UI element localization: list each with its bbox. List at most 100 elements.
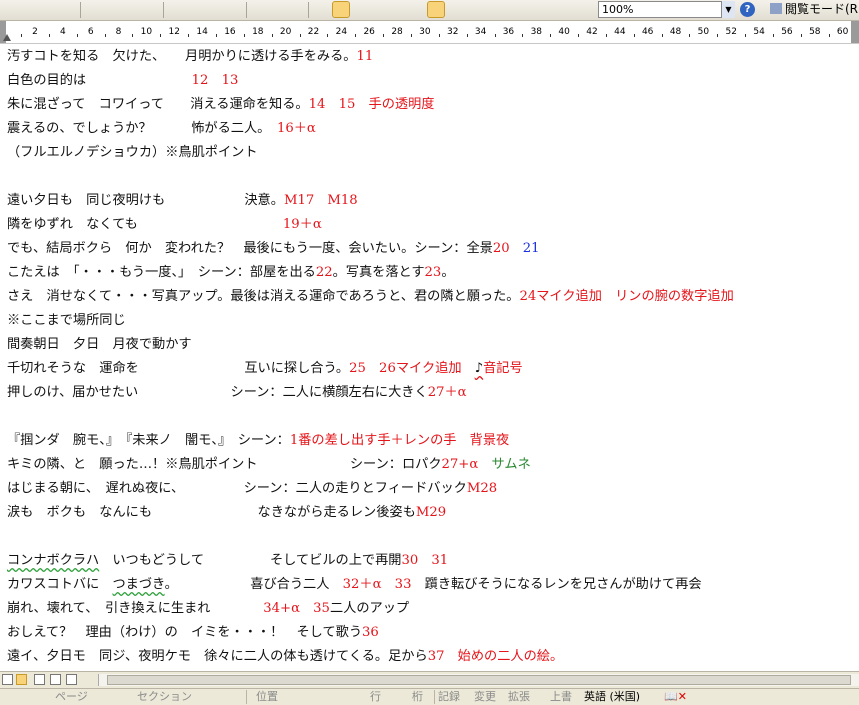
text-line: 崩れ、壊れて、 引き換えに生まれ 34+α 35二人のアップ <box>7 599 409 619</box>
ruler-number: 56 <box>781 27 793 37</box>
insert-table-icon[interactable] <box>352 2 368 17</box>
print-icon[interactable] <box>86 2 102 17</box>
text-run: 遠い夕日も 同じ夜明けも 決意。 <box>7 193 284 208</box>
ruler-tick <box>438 34 440 37</box>
status-ovr[interactable]: 上書 <box>550 689 572 705</box>
ruler-tick <box>466 34 468 37</box>
status-language[interactable]: 英語 (米国) <box>584 689 640 705</box>
scrollbar-thumb[interactable] <box>107 675 851 685</box>
text-run: 20 <box>492 241 510 256</box>
new-document-icon[interactable] <box>3 2 19 17</box>
ruler-tick <box>160 34 162 37</box>
text-run: 25 26マイク追加 <box>349 361 475 376</box>
formatting-marks-icon[interactable] <box>485 2 501 17</box>
status-ext[interactable]: 拡張 <box>508 689 530 705</box>
paste-icon[interactable] <box>207 2 223 17</box>
drawing-icon[interactable] <box>409 2 425 17</box>
ruler-tick <box>48 34 50 37</box>
web-layout-icon[interactable] <box>16 674 27 685</box>
text-line: でも、結局ボクら 何か 変われた？ 最後にもう一度、会いたい。シーン：全景20 … <box>7 239 540 259</box>
text-run: 27+α <box>441 457 479 472</box>
ruler-number: 52 <box>725 27 737 37</box>
text-run: 14 15 手の透明度 <box>308 97 435 112</box>
status-rec[interactable]: 記録 <box>438 689 460 705</box>
text-run: キミの隣、と 願った…！※鳥肌ポイント シーン：ロパク <box>7 457 442 472</box>
ruler-number: 42 <box>586 27 598 37</box>
reading-mode-label: 閲覧モード(R) <box>785 2 859 16</box>
ruler-number: 46 <box>641 27 654 37</box>
ruler-number: 4 <box>59 27 66 37</box>
indent-marker[interactable] <box>3 34 11 41</box>
show-hide-icon[interactable] <box>447 2 463 17</box>
text-line: おしえて？ 理由（わけ）の イミを・・・！ そして歌う36 <box>7 623 379 643</box>
text-run: ♪ <box>474 361 484 376</box>
text-run: 朱に混ざって コワイって 消える運命を知る。 <box>7 97 309 112</box>
text-run: 。写真を落とす <box>332 265 425 280</box>
text-run: 涙も ボクも なんにも なきながら走るレン後姿も <box>7 505 416 520</box>
ruler-number: 8 <box>115 27 122 37</box>
text-line: カワスコトバに つまづき。 喜び合う二人 32＋α 33 躓き転びそうになるレン… <box>7 575 702 595</box>
research-icon[interactable] <box>143 2 159 17</box>
ruler-number: 48 <box>669 27 682 37</box>
insert-excel-icon[interactable] <box>371 2 387 17</box>
text-line: ※ここまで場所同じ <box>7 311 126 331</box>
cut-icon[interactable] <box>169 2 185 17</box>
status-trk[interactable]: 変更 <box>474 689 496 705</box>
ruler-tick <box>104 34 106 37</box>
print-preview-icon[interactable] <box>105 2 121 17</box>
text-run: 。 喜び合う二人 <box>164 577 343 592</box>
ruler-number: 40 <box>558 27 570 37</box>
status-line: 行 <box>370 690 381 703</box>
columns-icon[interactable] <box>390 2 406 17</box>
text-line: はじまる朝に、 遅れぬ夜に、 シーン：二人の走りとフィードバックM28 <box>7 479 497 499</box>
status-section: セクション <box>137 690 192 703</box>
outline-view-icon[interactable] <box>50 674 61 685</box>
text-run: 21 <box>522 241 540 256</box>
format-painter-icon[interactable] <box>226 2 242 17</box>
text-run: 『掴ンダ 腕モ、』 『未来ノ 闇モ、』 シーン： <box>7 433 290 448</box>
text-run: 24マイク追加 リンの腕の数字追加 <box>519 289 734 304</box>
document-body[interactable]: 汚すコトを知る 欠けた、 月明かりに透ける手をみる。11 白色の目的は 12 13… <box>0 44 859 671</box>
text-run: M28 <box>466 481 498 496</box>
ink-icon[interactable] <box>466 2 482 17</box>
open-folder-icon[interactable] <box>22 2 38 17</box>
status-column: 桁 <box>412 690 423 703</box>
reading-mode-button[interactable]: 閲覧モード(R) <box>770 2 859 17</box>
chevron-down-icon[interactable]: ▼ <box>721 1 735 18</box>
ruler-number: 50 <box>697 27 710 37</box>
normal-view-icon[interactable] <box>2 674 13 685</box>
horizontal-ruler[interactable]: 2 4 6 8 10 12 14 16 18 20 22 24 26 28 30 32 34 36 38 40 42 44… <box>0 21 859 44</box>
permission-icon[interactable] <box>60 2 76 17</box>
ruler-tick <box>383 34 385 37</box>
text-run: M29 <box>415 505 447 520</box>
toolbar-separator <box>80 2 81 18</box>
text-line: 汚すコトを知る 欠けた、 月明かりに透ける手をみる。11 <box>7 47 373 67</box>
tables-borders-icon[interactable] <box>332 1 350 18</box>
redo-icon[interactable] <box>280 2 296 17</box>
status-page: ページ <box>55 690 88 703</box>
ruler-tick <box>828 34 830 37</box>
undo-icon[interactable] <box>252 2 268 17</box>
print-layout-icon[interactable] <box>34 674 45 685</box>
ruler-tick <box>717 34 719 37</box>
book-icon <box>770 3 782 14</box>
text-line: 『掴ンダ 腕モ、』 『未来ノ 闇モ、』 シーン：1番の差し出す手＋レンの手 背景… <box>7 431 509 451</box>
document-map-icon[interactable] <box>427 1 445 18</box>
ruler-tick <box>355 34 357 37</box>
help-icon[interactable]: ? <box>740 2 755 17</box>
horizontal-scrollbar[interactable] <box>98 674 859 686</box>
toolbar-separator <box>163 2 164 18</box>
spelling-status-icon[interactable]: 📖✕ <box>664 689 687 705</box>
reading-layout-icon[interactable] <box>66 674 77 685</box>
ruler-number: 26 <box>363 27 375 37</box>
ruler-number: 14 <box>196 27 208 37</box>
save-icon[interactable] <box>41 2 57 17</box>
zoom-select[interactable]: 100% <box>598 1 734 18</box>
copy-icon[interactable] <box>188 2 204 17</box>
text-run: 二人のアップ <box>329 601 410 616</box>
ruler-tick <box>410 34 412 37</box>
spelling-icon[interactable] <box>124 2 140 17</box>
text-run: 27＋α <box>427 385 467 400</box>
hyperlink-icon[interactable] <box>314 2 330 17</box>
text-run: つまづき <box>112 577 165 592</box>
